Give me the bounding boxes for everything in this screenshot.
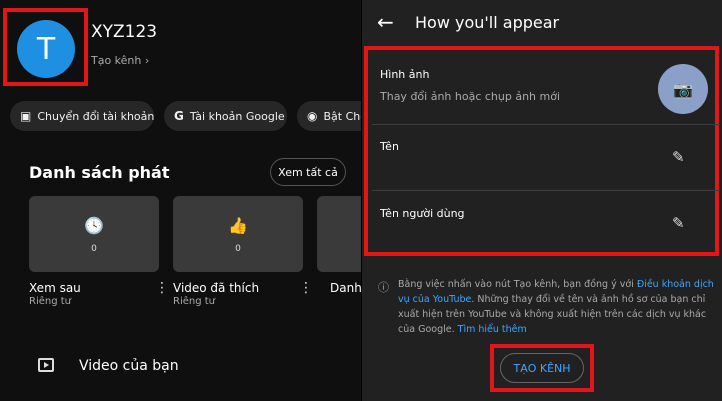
name-label: Tên [380,140,399,153]
how-you-appear-panel: ← How you'll appear Hình ảnh Thay đổi ản… [362,0,722,401]
info-text-1: Bằng việc nhấn vào nút Tạo kênh, bạn đồn… [398,279,637,290]
create-button-highlight: TẠO KÊNH [490,344,594,392]
edit-handle-pencil-icon[interactable]: ✎ [672,214,685,232]
profile-photo[interactable]: 📷 [658,64,708,114]
handle-label: Tên người dùng [380,207,465,220]
playlist-privacy: Riêng tư [173,296,216,307]
playlist-thumb-liked[interactable]: 👍 0 [173,196,303,272]
incognito-icon: ◉ [307,109,318,123]
your-videos-item[interactable]: Video của bạn [79,358,179,374]
divider [372,124,720,125]
more-options-icon[interactable]: ⋮ [299,280,313,296]
switch-account-icon: ▣ [20,109,32,123]
photo-label: Hình ảnh [380,68,430,81]
playlist-count: 0 [235,244,241,254]
thumbs-up-icon: 👍 [228,216,248,235]
playlist-section-title: Danh sách phát [29,163,170,182]
chip-google-account[interactable]: G Tài khoản Google [164,101,287,131]
info-icon: ⓘ [378,281,389,294]
google-icon: G [174,109,184,123]
back-arrow-icon[interactable]: ← [377,10,394,34]
edit-name-pencil-icon[interactable]: ✎ [672,148,685,166]
channel-name: XYZ123 [91,22,158,42]
chevron-right-icon: › [144,54,150,67]
create-channel-link[interactable]: Tạo kênh › [91,54,149,67]
avatar-highlight: T [3,8,88,86]
chip-switch-account[interactable]: ▣ Chuyển đổi tài khoản [10,101,154,131]
profile-form-highlight: Hình ảnh Thay đổi ảnh hoặc chụp ảnh mới … [364,46,720,256]
avatar-initial: T [36,31,56,67]
divider [372,190,720,191]
see-all-button[interactable]: Xem tất cả [270,158,346,186]
account-panel: T XYZ123 Tạo kênh › ▣ Chuyển đổi tài khoả… [0,0,361,401]
create-channel-button[interactable]: TẠO KÊNH [500,353,584,383]
photo-sub: Thay đổi ảnh hoặc chụp ảnh mới [380,90,561,103]
playlist-title[interactable]: Video đã thích [173,281,259,295]
play-box-icon [38,358,54,372]
chip-label: Tài khoản Google [189,109,285,123]
learn-more-link[interactable]: Tìm hiểu thêm [458,324,527,335]
more-options-icon[interactable]: ⋮ [155,280,169,296]
create-channel-link-label: Tạo kênh [91,54,142,67]
clock-icon: 🕓 [84,216,104,235]
playlist-thumb-more[interactable] [317,196,361,272]
terms-info-text: Bằng việc nhấn vào nút Tạo kênh, bạn đồn… [398,277,716,337]
playlist-title[interactable]: Xem sau [29,281,81,295]
chip-label: Chuyển đổi tài khoản [37,109,155,123]
page-title: How you'll appear [415,13,560,32]
chip-label: Bật Chế [323,109,361,123]
camera-icon: 📷 [673,79,693,99]
chip-incognito[interactable]: ◉ Bật Chế [297,101,361,131]
playlist-title[interactable]: Danh [330,281,361,295]
avatar[interactable]: T [17,20,75,78]
playlist-privacy: Riêng tư [29,296,72,307]
playlist-thumb-watch-later[interactable]: 🕓 0 [29,196,159,272]
playlist-count: 0 [91,244,97,254]
